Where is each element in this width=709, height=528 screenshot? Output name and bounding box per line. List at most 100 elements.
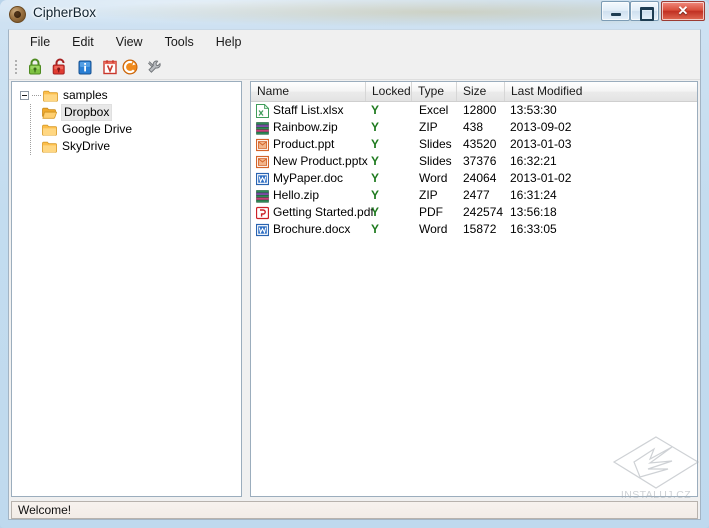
file-name: Getting Started.pdf <box>273 205 374 219</box>
column-header-locked[interactable]: Locked <box>366 82 412 101</box>
lock-icon <box>29 58 41 75</box>
locked-flag: Y <box>371 137 380 151</box>
file-type: ZIP <box>419 188 438 202</box>
calendar-button[interactable] <box>100 57 120 77</box>
menu-view[interactable]: View <box>105 32 154 52</box>
file-modified: 13:56:18 <box>510 205 557 219</box>
unlock-button[interactable] <box>50 57 70 77</box>
locked-flag: Y <box>371 222 380 236</box>
file-name: Rainbow.zip <box>273 120 338 134</box>
folder-icon <box>43 90 58 102</box>
file-size: 24064 <box>463 171 497 185</box>
folder-icon <box>42 124 57 136</box>
table-row[interactable]: Hello.zip Y ZIP 2477 16:31:24 <box>251 187 697 204</box>
file-modified: 16:33:05 <box>510 222 557 236</box>
file-list-pane[interactable]: Name Locked Type Size Last Modified Staf… <box>250 81 698 497</box>
tree-item-dropbox[interactable]: Dropbox <box>12 104 241 121</box>
file-name: MyPaper.doc <box>273 171 344 185</box>
window-title: CipherBox <box>33 5 97 20</box>
locked-flag: Y <box>371 103 380 117</box>
file-size: 37376 <box>463 154 497 168</box>
file-type: Excel <box>419 103 449 117</box>
lock-button[interactable] <box>25 57 45 77</box>
table-row[interactable]: Staff List.xlsx Y Excel 12800 13:53:30 <box>251 102 697 119</box>
file-size: 242574 <box>463 205 504 219</box>
info-button[interactable] <box>75 57 95 77</box>
file-size: 15872 <box>463 222 497 236</box>
toolbar-grip[interactable] <box>14 59 18 75</box>
minimize-button[interactable] <box>601 1 630 21</box>
refresh-button[interactable] <box>120 57 140 77</box>
file-type: Slides <box>419 154 452 168</box>
powerpoint-file-icon <box>256 138 269 152</box>
locked-flag: Y <box>371 120 380 134</box>
file-modified: 2013-01-03 <box>510 137 572 151</box>
tree-item-label: SkyDrive <box>62 139 111 153</box>
file-type: PDF <box>419 205 443 219</box>
file-modified: 2013-09-02 <box>510 120 572 134</box>
word-file-icon <box>256 223 269 237</box>
file-modified: 16:31:24 <box>510 188 557 202</box>
maximize-button[interactable] <box>630 1 659 21</box>
file-type: Word <box>419 171 448 185</box>
menu-help[interactable]: Help <box>205 32 253 52</box>
client-area: File Edit View Tools Help samples Dropbo… <box>8 29 701 520</box>
column-header-name[interactable]: Name <box>251 82 366 101</box>
zip-file-icon <box>256 121 269 135</box>
file-list-header: Name Locked Type Size Last Modified <box>251 82 697 102</box>
close-icon: ✕ <box>677 3 689 18</box>
file-size: 12800 <box>463 103 497 117</box>
collapse-expander-icon[interactable] <box>20 91 29 100</box>
toolbar <box>9 54 700 80</box>
file-size: 438 <box>463 120 484 134</box>
file-list-body: Staff List.xlsx Y Excel 12800 13:53:30 R… <box>251 102 697 238</box>
settings-button[interactable] <box>145 57 165 77</box>
locked-flag: Y <box>371 171 380 185</box>
table-row[interactable]: Getting Started.pdf Y PDF 242574 13:56:1… <box>251 204 697 221</box>
column-header-type[interactable]: Type <box>412 82 457 101</box>
file-name: New Product.pptx <box>273 154 368 168</box>
locked-flag: Y <box>371 205 380 219</box>
file-name: Staff List.xlsx <box>273 103 344 117</box>
file-name: Hello.zip <box>273 188 320 202</box>
word-file-icon <box>256 172 269 186</box>
table-row[interactable]: Rainbow.zip Y ZIP 438 2013-09-02 <box>251 119 697 136</box>
tree-item-samples[interactable]: samples <box>12 87 241 104</box>
folder-icon <box>42 141 57 153</box>
file-name: Brochure.docx <box>273 222 351 236</box>
locked-flag: Y <box>371 188 380 202</box>
tree-item-google-drive[interactable]: Google Drive <box>12 121 241 138</box>
table-row[interactable]: MyPaper.doc Y Word 24064 2013-01-02 <box>251 170 697 187</box>
file-modified: 16:32:21 <box>510 154 557 168</box>
file-type: Slides <box>419 137 452 151</box>
file-size: 43520 <box>463 137 497 151</box>
close-button[interactable]: ✕ <box>661 1 705 21</box>
pdf-file-icon <box>256 206 269 220</box>
file-type: Word <box>419 222 448 236</box>
menu-edit[interactable]: Edit <box>61 32 105 52</box>
tree-item-skydrive[interactable]: SkyDrive <box>12 138 241 155</box>
excel-file-icon <box>256 104 269 118</box>
tree-item-label: Dropbox <box>60 104 113 121</box>
table-row[interactable]: Brochure.docx Y Word 15872 16:33:05 <box>251 221 697 238</box>
folder-tree-pane[interactable]: samples Dropbox Google Drive SkyDrive <box>11 81 242 497</box>
menu-tools[interactable]: Tools <box>154 32 205 52</box>
pane-splitter[interactable] <box>243 81 250 497</box>
tree-item-label: samples <box>63 88 108 102</box>
status-bar: Welcome! <box>11 501 698 519</box>
column-header-size[interactable]: Size <box>457 82 505 101</box>
file-modified: 13:53:30 <box>510 103 557 117</box>
title-bar[interactable]: CipherBox ✕ <box>0 0 709 29</box>
table-row[interactable]: Product.ppt Y Slides 43520 2013-01-03 <box>251 136 697 153</box>
zip-file-icon <box>256 189 269 203</box>
table-row[interactable]: New Product.pptx Y Slides 37376 16:32:21 <box>251 153 697 170</box>
tree-connector <box>32 95 41 96</box>
menu-file[interactable]: File <box>19 32 61 52</box>
folder-open-icon <box>42 107 57 119</box>
settings-wrench-icon <box>148 60 161 73</box>
status-message: Welcome! <box>18 503 72 517</box>
file-modified: 2013-01-02 <box>510 171 572 185</box>
column-header-last-modified[interactable]: Last Modified <box>505 82 697 101</box>
refresh-icon <box>122 59 138 75</box>
calendar-icon <box>103 60 117 75</box>
